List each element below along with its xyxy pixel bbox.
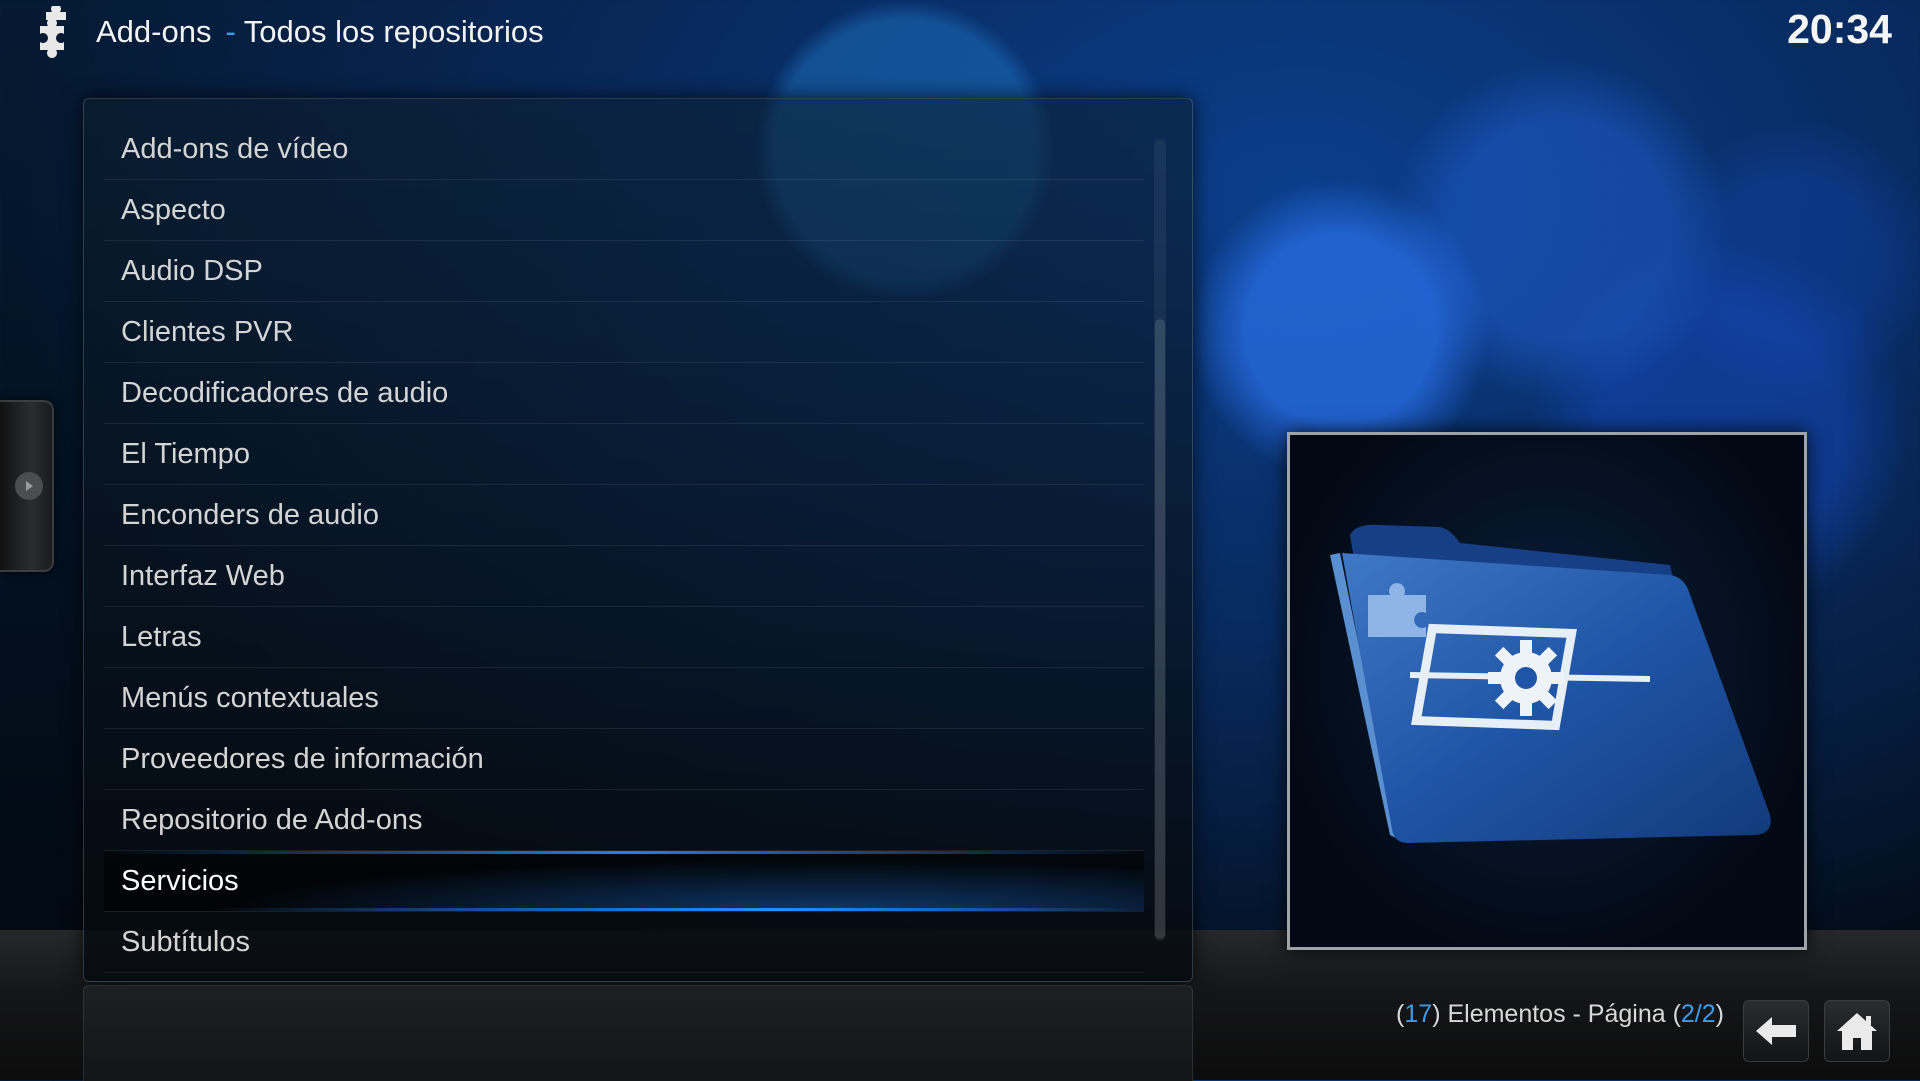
list-item[interactable]: Aspecto <box>104 180 1144 241</box>
list-item[interactable]: Subtítulos <box>104 912 1144 973</box>
chevron-right-icon <box>15 472 43 500</box>
list-item-label: Repositorio de Add-ons <box>121 803 423 836</box>
addon-puzzle-icon <box>40 6 66 58</box>
addon-services-folder-icon <box>1330 524 1771 843</box>
title-separator: - <box>225 14 236 49</box>
list-item-label: Enconders de audio <box>121 498 379 531</box>
preview-thumbnail <box>1287 432 1807 950</box>
list-item-label: El Tiempo <box>121 437 250 470</box>
list-item[interactable]: Audio DSP <box>104 241 1144 302</box>
list-item[interactable]: Interfaz Web <box>104 546 1144 607</box>
list-item[interactable]: Clientes PVR <box>104 302 1144 363</box>
list-item-label: Proveedores de información <box>121 742 484 775</box>
items-page-text: ) Elementos - Página ( <box>1432 1000 1681 1028</box>
item-count: 17 <box>1404 1000 1433 1028</box>
list-item-label: Menús contextuales <box>121 681 379 714</box>
list-item[interactable]: Add-ons de vídeo <box>104 119 1144 180</box>
list-item-label: Clientes PVR <box>121 315 294 348</box>
lower-panel <box>83 985 1193 1081</box>
home-icon <box>1837 1013 1877 1050</box>
list-item-label: Interfaz Web <box>121 559 285 592</box>
list-item-label: Aspecto <box>121 193 226 226</box>
header: Add-ons - Todos los repositorios <box>30 6 544 58</box>
paren: ) <box>1715 1000 1724 1028</box>
category-list-panel: Add-ons de vídeo Aspecto Audio DSP Clien… <box>83 98 1193 982</box>
list-item-label: Letras <box>121 620 202 653</box>
back-arrow-icon <box>1756 1017 1796 1045</box>
category-list: Add-ons de vídeo Aspecto Audio DSP Clien… <box>104 119 1144 973</box>
list-item[interactable]: Proveedores de información <box>104 729 1144 790</box>
list-item-label: Subtítulos <box>121 925 250 958</box>
home-button[interactable] <box>1824 1000 1890 1062</box>
scrollbar-thumb[interactable] <box>1155 319 1165 939</box>
list-item-focused[interactable]: Servicios <box>104 851 1144 912</box>
clock: 20:34 <box>1787 6 1892 52</box>
items-page-info: (17) Elementos - Página (2/2) <box>1396 1000 1724 1029</box>
list-item-label: Servicios <box>121 864 239 897</box>
list-item[interactable]: Decodificadores de audio <box>104 363 1144 424</box>
list-scrollbar[interactable] <box>1154 139 1166 941</box>
page-title: Add-ons <box>96 14 212 49</box>
list-item[interactable]: Repositorio de Add-ons <box>104 790 1144 851</box>
list-item-label: Decodificadores de audio <box>121 376 449 409</box>
list-item[interactable]: Letras <box>104 607 1144 668</box>
side-menu-tab[interactable] <box>0 400 54 572</box>
list-item-label: Add-ons de vídeo <box>121 132 349 165</box>
page-number: 2/2 <box>1680 1000 1716 1028</box>
page-subtitle: Todos los repositorios <box>243 14 544 49</box>
list-item[interactable]: Menús contextuales <box>104 668 1144 729</box>
back-button[interactable] <box>1743 1000 1809 1062</box>
list-item[interactable]: El Tiempo <box>104 424 1144 485</box>
list-item[interactable]: Enconders de audio <box>104 485 1144 546</box>
list-item-label: Audio DSP <box>121 254 263 287</box>
